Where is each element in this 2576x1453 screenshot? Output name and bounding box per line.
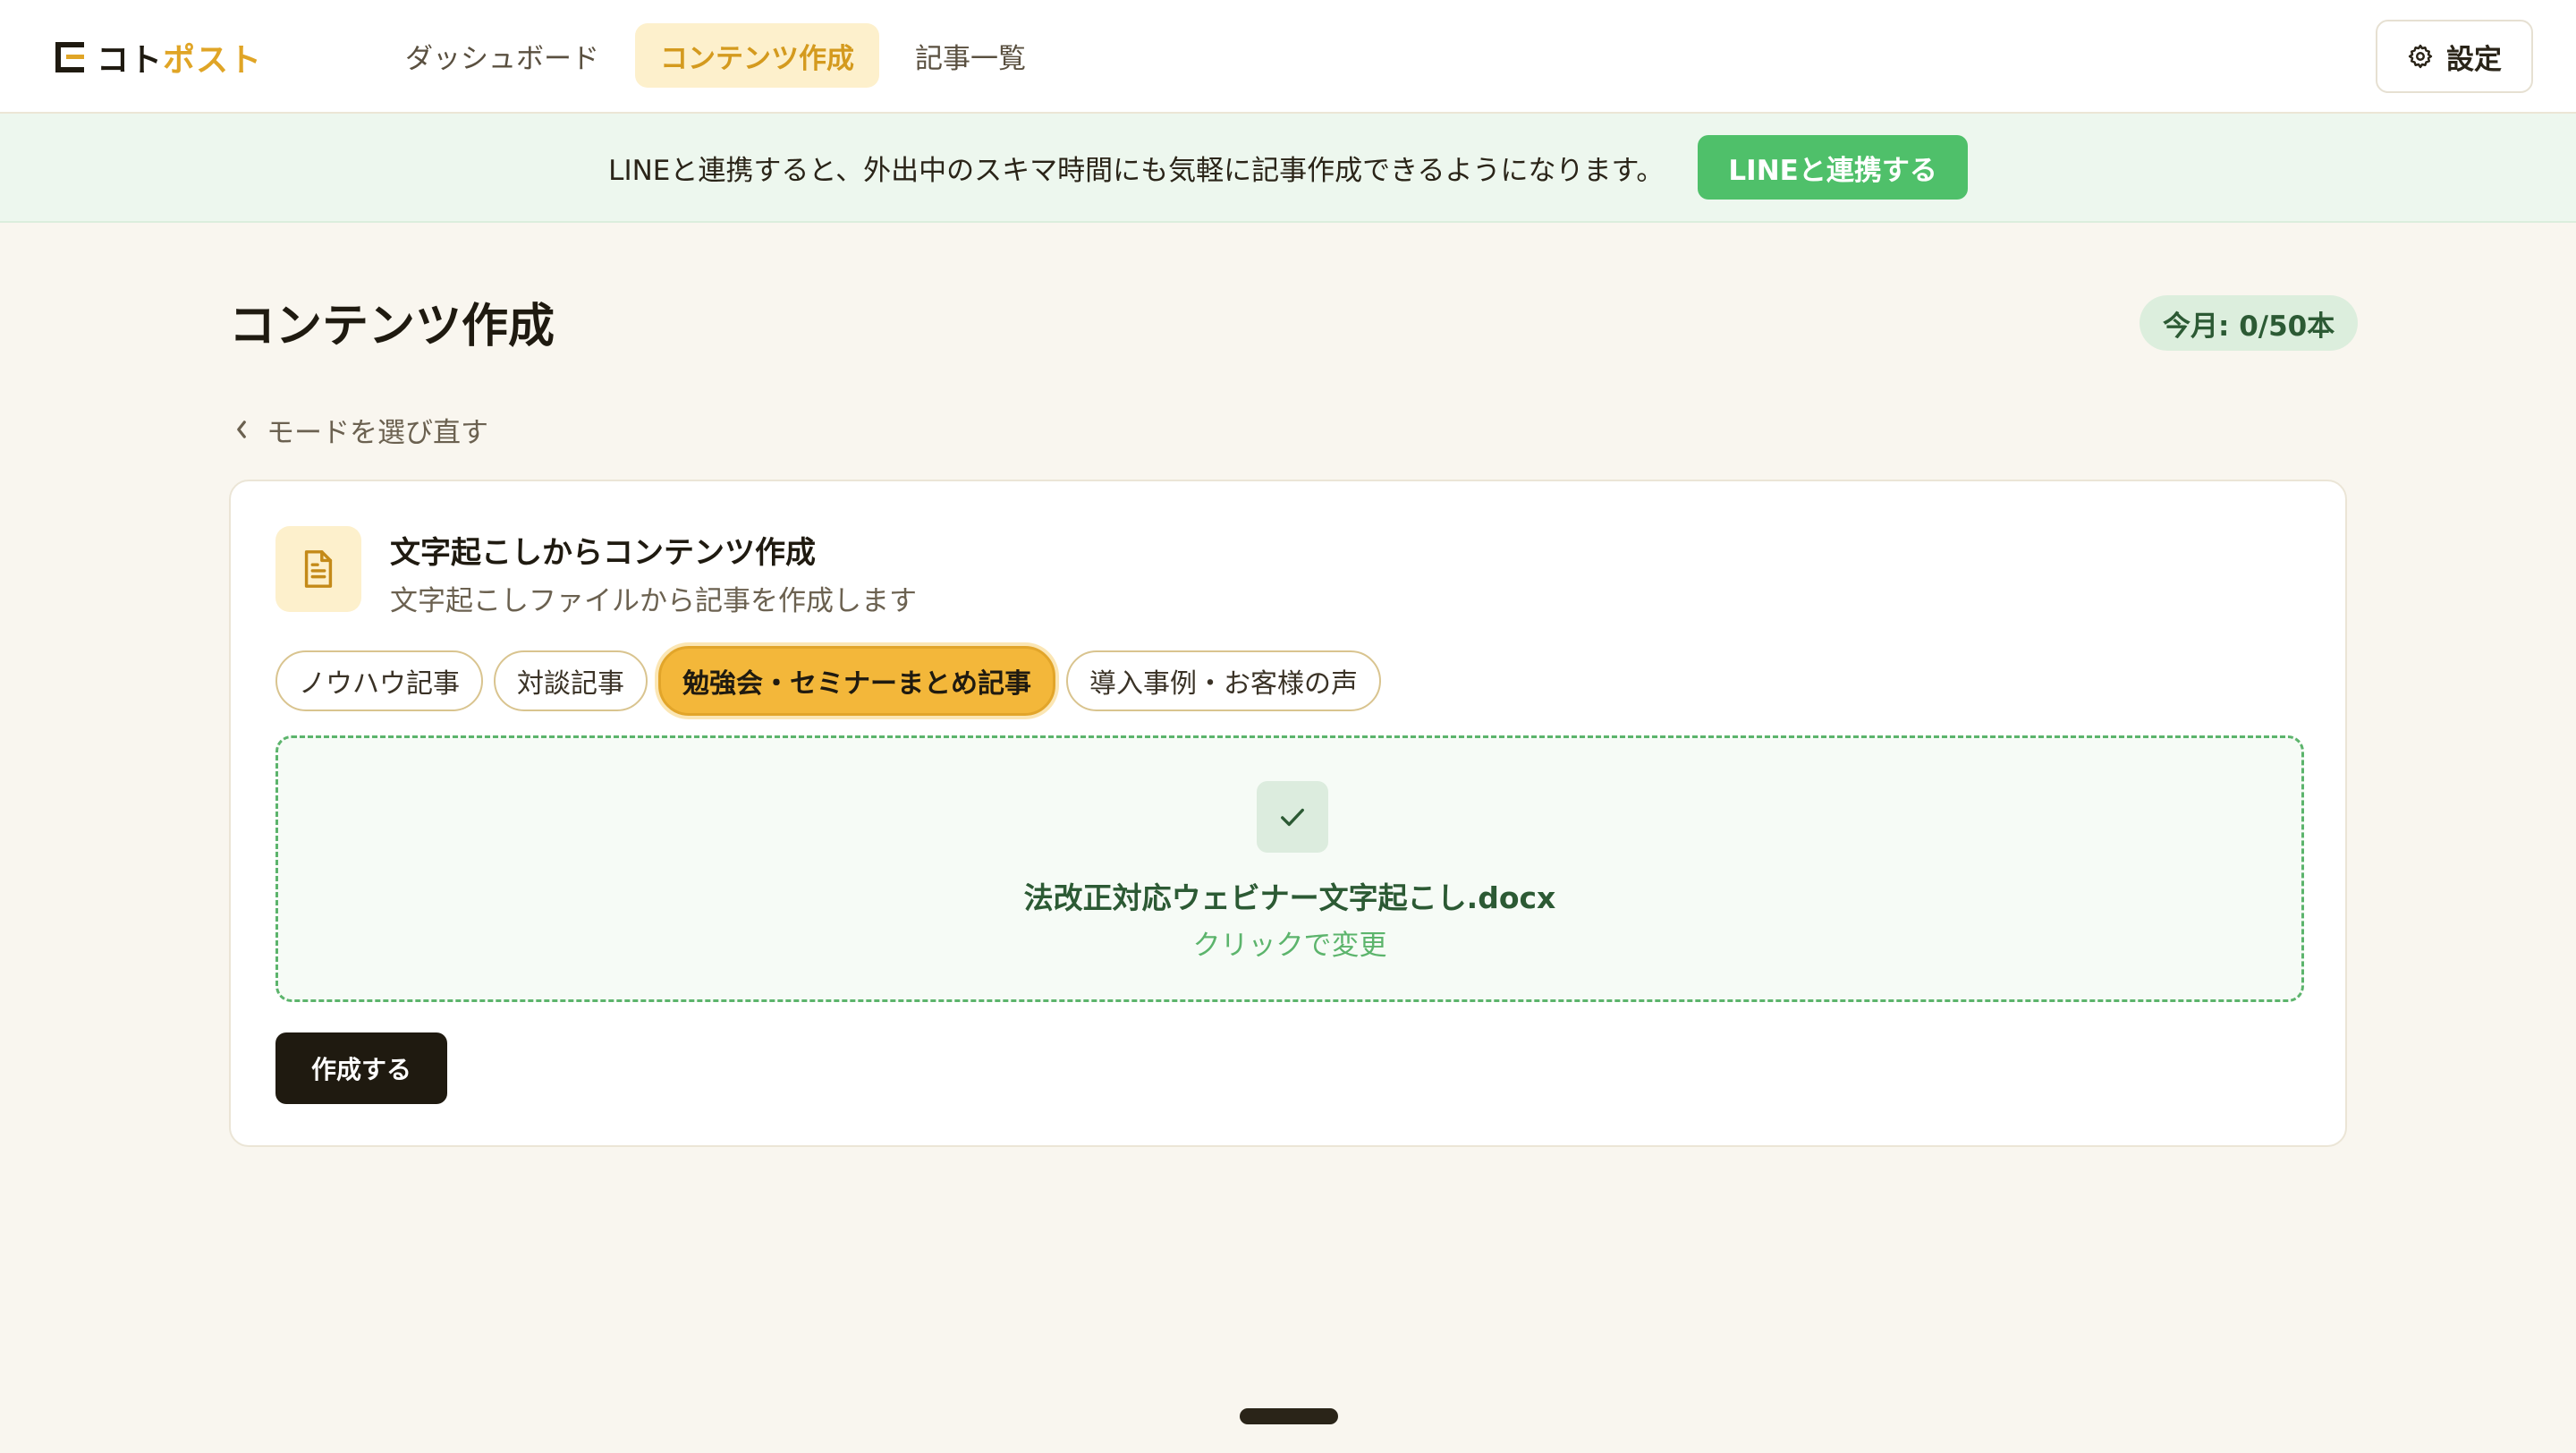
home-indicator: [1240, 1408, 1338, 1424]
change-file-hint: クリックで変更: [1192, 930, 1387, 962]
nav-article-list[interactable]: 記事一覧: [890, 23, 1051, 88]
back-to-mode-select-link[interactable]: モードを選び直す: [233, 410, 488, 449]
create-button[interactable]: 作成する: [275, 1032, 448, 1104]
page-title: コンテンツ作成: [229, 300, 555, 353]
article-type-case-study[interactable]: 導入事例・お客様の声: [1066, 650, 1381, 711]
check-icon: [1257, 781, 1328, 853]
document-icon: [275, 526, 361, 612]
transcript-mode-card: 文字起こしからコンテンツ作成 文字起こしファイルから記事を作成します ノウハウ記…: [229, 480, 2347, 1147]
logo-text: コト ポスト: [97, 34, 262, 81]
settings-label: 設定: [2446, 43, 2502, 76]
card-subtitle: 文字起こしファイルから記事を作成します: [390, 585, 917, 617]
article-type-knowhow[interactable]: ノウハウ記事: [275, 650, 483, 711]
logo-text-part2: ポスト: [163, 42, 263, 79]
main-nav: ダッシュボード コンテンツ作成 記事一覧: [380, 23, 1051, 88]
nav-content-create[interactable]: コンテンツ作成: [635, 23, 879, 88]
logo-text-part1: コト: [97, 42, 164, 79]
nav-dashboard[interactable]: ダッシュボード: [380, 23, 624, 88]
card-title: 文字起こしからコンテンツ作成: [390, 535, 816, 571]
app-header: コト ポスト ダッシュボード コンテンツ作成 記事一覧 設定: [0, 0, 2576, 114]
line-connect-button[interactable]: LINEと連携する: [1698, 135, 1968, 200]
article-type-seminar-summary[interactable]: 勉強会・セミナーまとめ記事: [658, 646, 1055, 716]
logo-mark-icon: [55, 42, 84, 72]
app-logo[interactable]: コト ポスト: [55, 38, 262, 79]
article-type-interview[interactable]: 対談記事: [494, 650, 648, 711]
gear-icon: [2408, 44, 2433, 69]
back-link-label: モードを選び直す: [267, 416, 488, 449]
article-type-selector: ノウハウ記事 対談記事 勉強会・セミナーまとめ記事 導入事例・お客様の声: [275, 646, 1381, 716]
banner-text: LINEと連携すると、外出中のスキマ時間にも気軽に記事作成できるようになります。: [608, 154, 1665, 187]
line-promo-banner: LINEと連携すると、外出中のスキマ時間にも気軽に記事作成できるようになります。…: [0, 114, 2576, 223]
settings-button[interactable]: 設定: [2376, 20, 2533, 93]
chevron-left-icon: [237, 421, 246, 438]
uploaded-file-name: 法改正対応ウェビナー文字起こし.docx: [1023, 880, 1556, 915]
file-upload-dropzone[interactable]: 法改正対応ウェビナー文字起こし.docx クリックで変更: [275, 735, 2304, 1002]
monthly-quota-badge: 今月: 0/50本: [2140, 295, 2359, 351]
